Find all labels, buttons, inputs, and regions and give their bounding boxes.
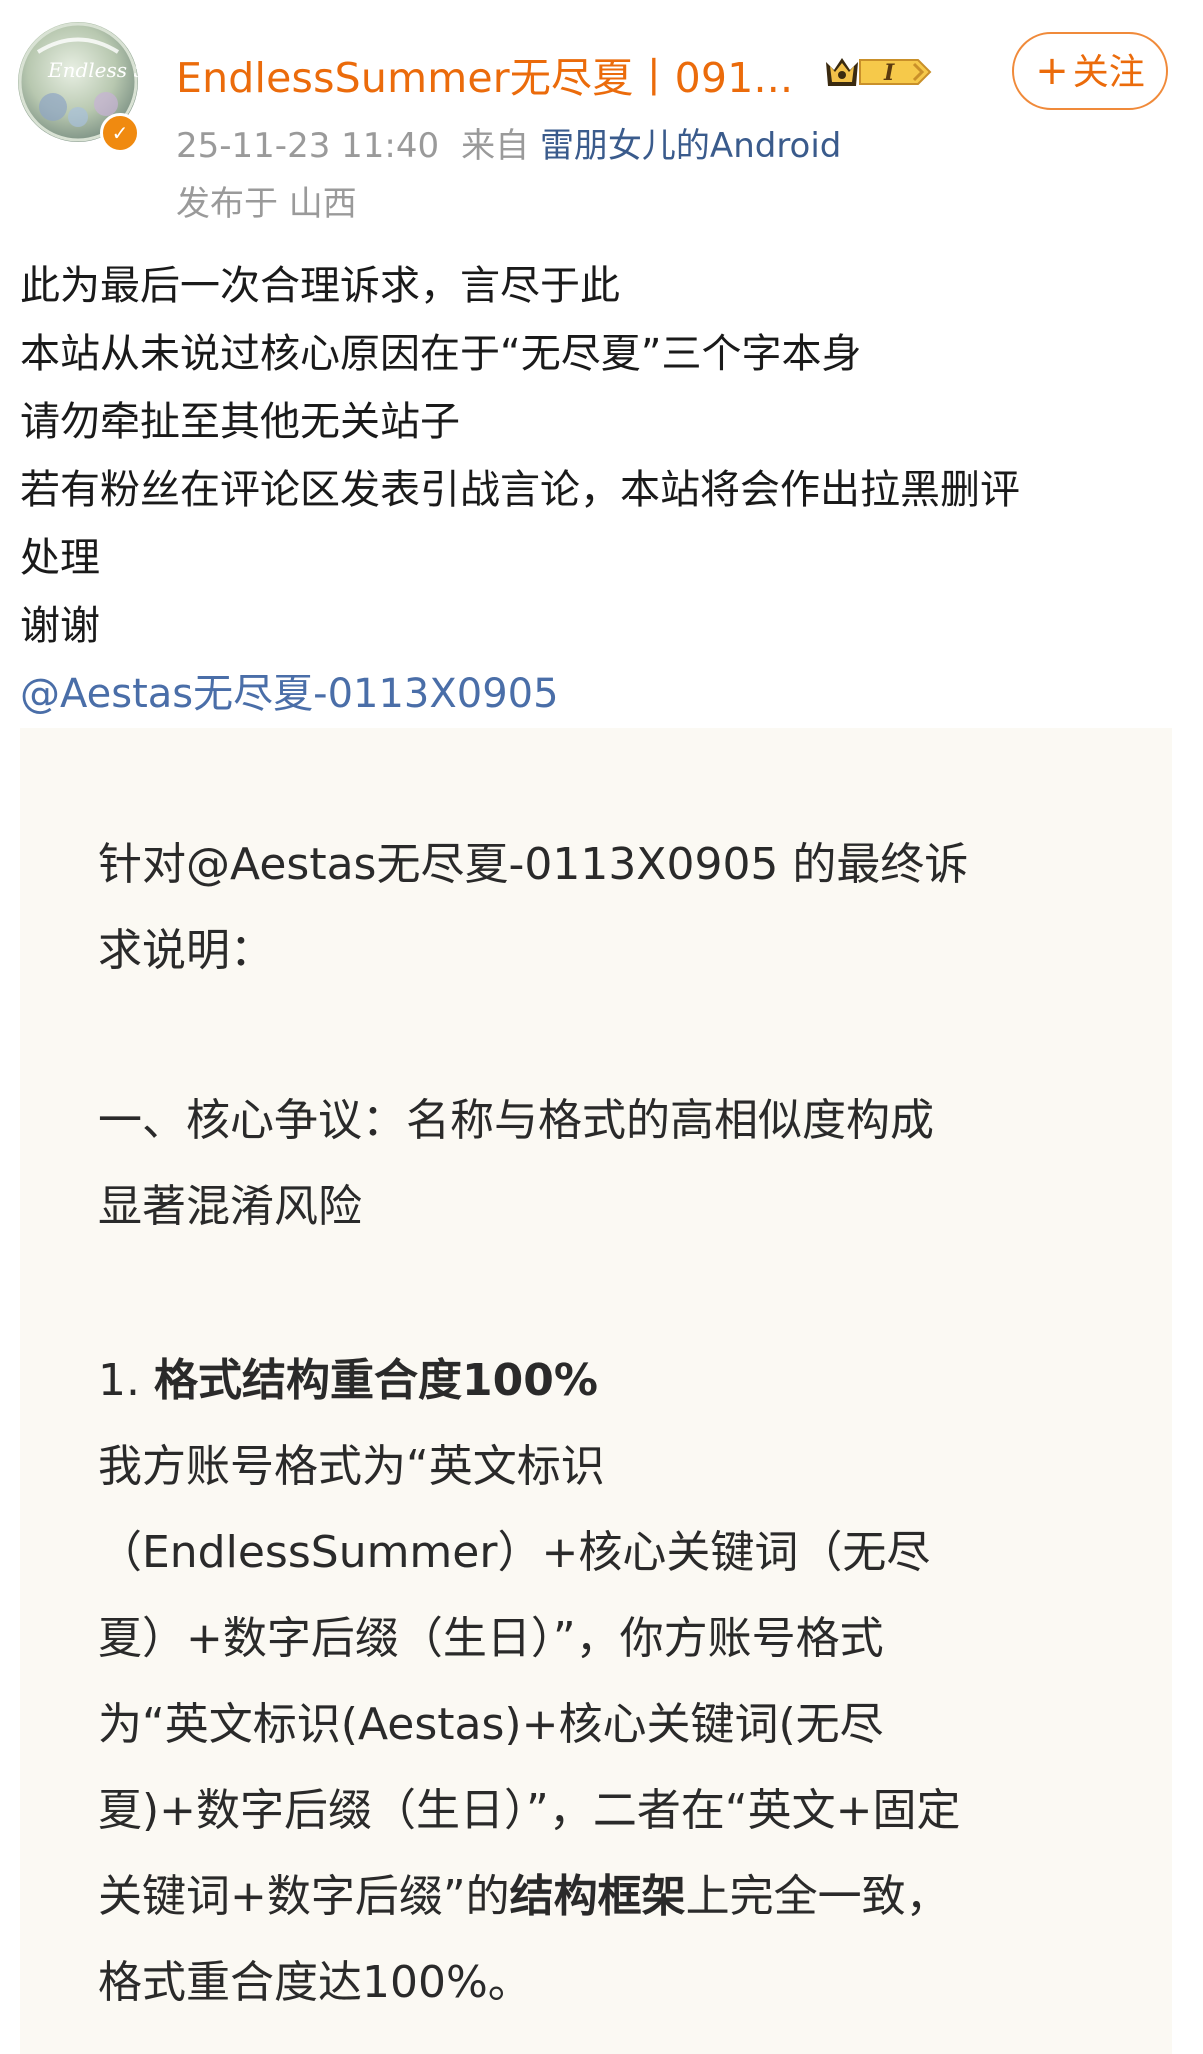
image-section-heading: 显著混淆风险 bbox=[98, 1181, 362, 1232]
avatar-logo-text: Endless Summer 无尽夏 bbox=[47, 58, 138, 82]
image-point-heading: 1. 格式结构重合度100% bbox=[98, 1344, 598, 1408]
plus-icon: + bbox=[1035, 48, 1069, 94]
mention-link[interactable]: @Aestas无尽夏-0113X0905 bbox=[20, 660, 1190, 728]
follow-label: 关注 bbox=[1072, 52, 1145, 93]
image-paragraph-line: （EndlessSummer）+核心关键词（无尽 bbox=[98, 1527, 931, 1578]
post-line: 此为最后一次合理诉求，言尽于此 bbox=[20, 263, 620, 309]
follow-button[interactable]: + 关注 bbox=[1012, 32, 1168, 110]
post-line: 请勿牵扯至其他无关站子 bbox=[20, 399, 460, 445]
image-title-line: 针对@Aestas无尽夏-0113X0905 的最终诉 bbox=[98, 839, 969, 890]
post-line: 谢谢 bbox=[20, 603, 100, 649]
post-timestamp: 25-11-23 11:40 bbox=[176, 126, 440, 166]
post-line: 处理 bbox=[20, 535, 100, 581]
post-meta: 25-11-23 11:40 来自 雷朋女儿的Android bbox=[176, 118, 841, 167]
source-app-link[interactable]: 雷朋女儿的Android bbox=[540, 126, 841, 166]
post-image[interactable]: 针对@Aestas无尽夏-0113X0905 的最终诉 求说明： 一、核心争议：… bbox=[20, 728, 1172, 2054]
image-paragraph-line: 夏）+数字后缀（生日）”，你方账号格式 bbox=[98, 1613, 884, 1664]
image-paragraph-line: 夏)+数字后缀（生日）”，二者在“英文+固定 bbox=[98, 1785, 961, 1836]
image-title-line: 求说明： bbox=[98, 925, 274, 976]
image-paragraph-line: 关键词+数字后缀”的结构框架上完全一致， bbox=[98, 1860, 950, 1924]
image-paragraph-line: 我方账号格式为“英文标识 bbox=[98, 1441, 605, 1492]
post-location: 发布于 山西 bbox=[176, 184, 357, 224]
image-paragraph-line: 为“英文标识(Aestas)+核心关键词(无尽 bbox=[98, 1699, 884, 1750]
post-text: 此为最后一次合理诉求，言尽于此 本站从未说过核心原因在于“无尽夏”三个字本身 请… bbox=[20, 252, 1190, 728]
point-title: 格式结构重合度100% bbox=[153, 1355, 598, 1406]
source-prefix: 来自 bbox=[461, 126, 530, 166]
image-paragraph-line: 格式重合度达100%。 bbox=[98, 1957, 532, 2008]
username[interactable]: EndlessSummer无尽夏丨091... bbox=[176, 44, 793, 104]
vip-crown-icon[interactable]: I bbox=[822, 52, 934, 92]
verified-icon: ✓ bbox=[100, 113, 140, 153]
paragraph-fragment: 上完全一致， bbox=[685, 1871, 950, 1922]
image-section-heading: 一、核心争议：名称与格式的高相似度构成 bbox=[98, 1095, 934, 1146]
vip-level-text: I bbox=[883, 60, 895, 86]
post-line: 若有粉丝在评论区发表引战言论，本站将会作出拉黑删评 bbox=[20, 467, 1020, 513]
post-header: Endless Summer 无尽夏 ✓ EndlessSummer无尽夏丨09… bbox=[0, 0, 1203, 230]
post-line: 本站从未说过核心原因在于“无尽夏”三个字本身 bbox=[20, 331, 862, 377]
paragraph-fragment: 关键词+数字后缀”的 bbox=[98, 1871, 510, 1922]
paragraph-emphasis: 结构框架 bbox=[509, 1871, 686, 1922]
point-number: 1. bbox=[98, 1355, 154, 1406]
